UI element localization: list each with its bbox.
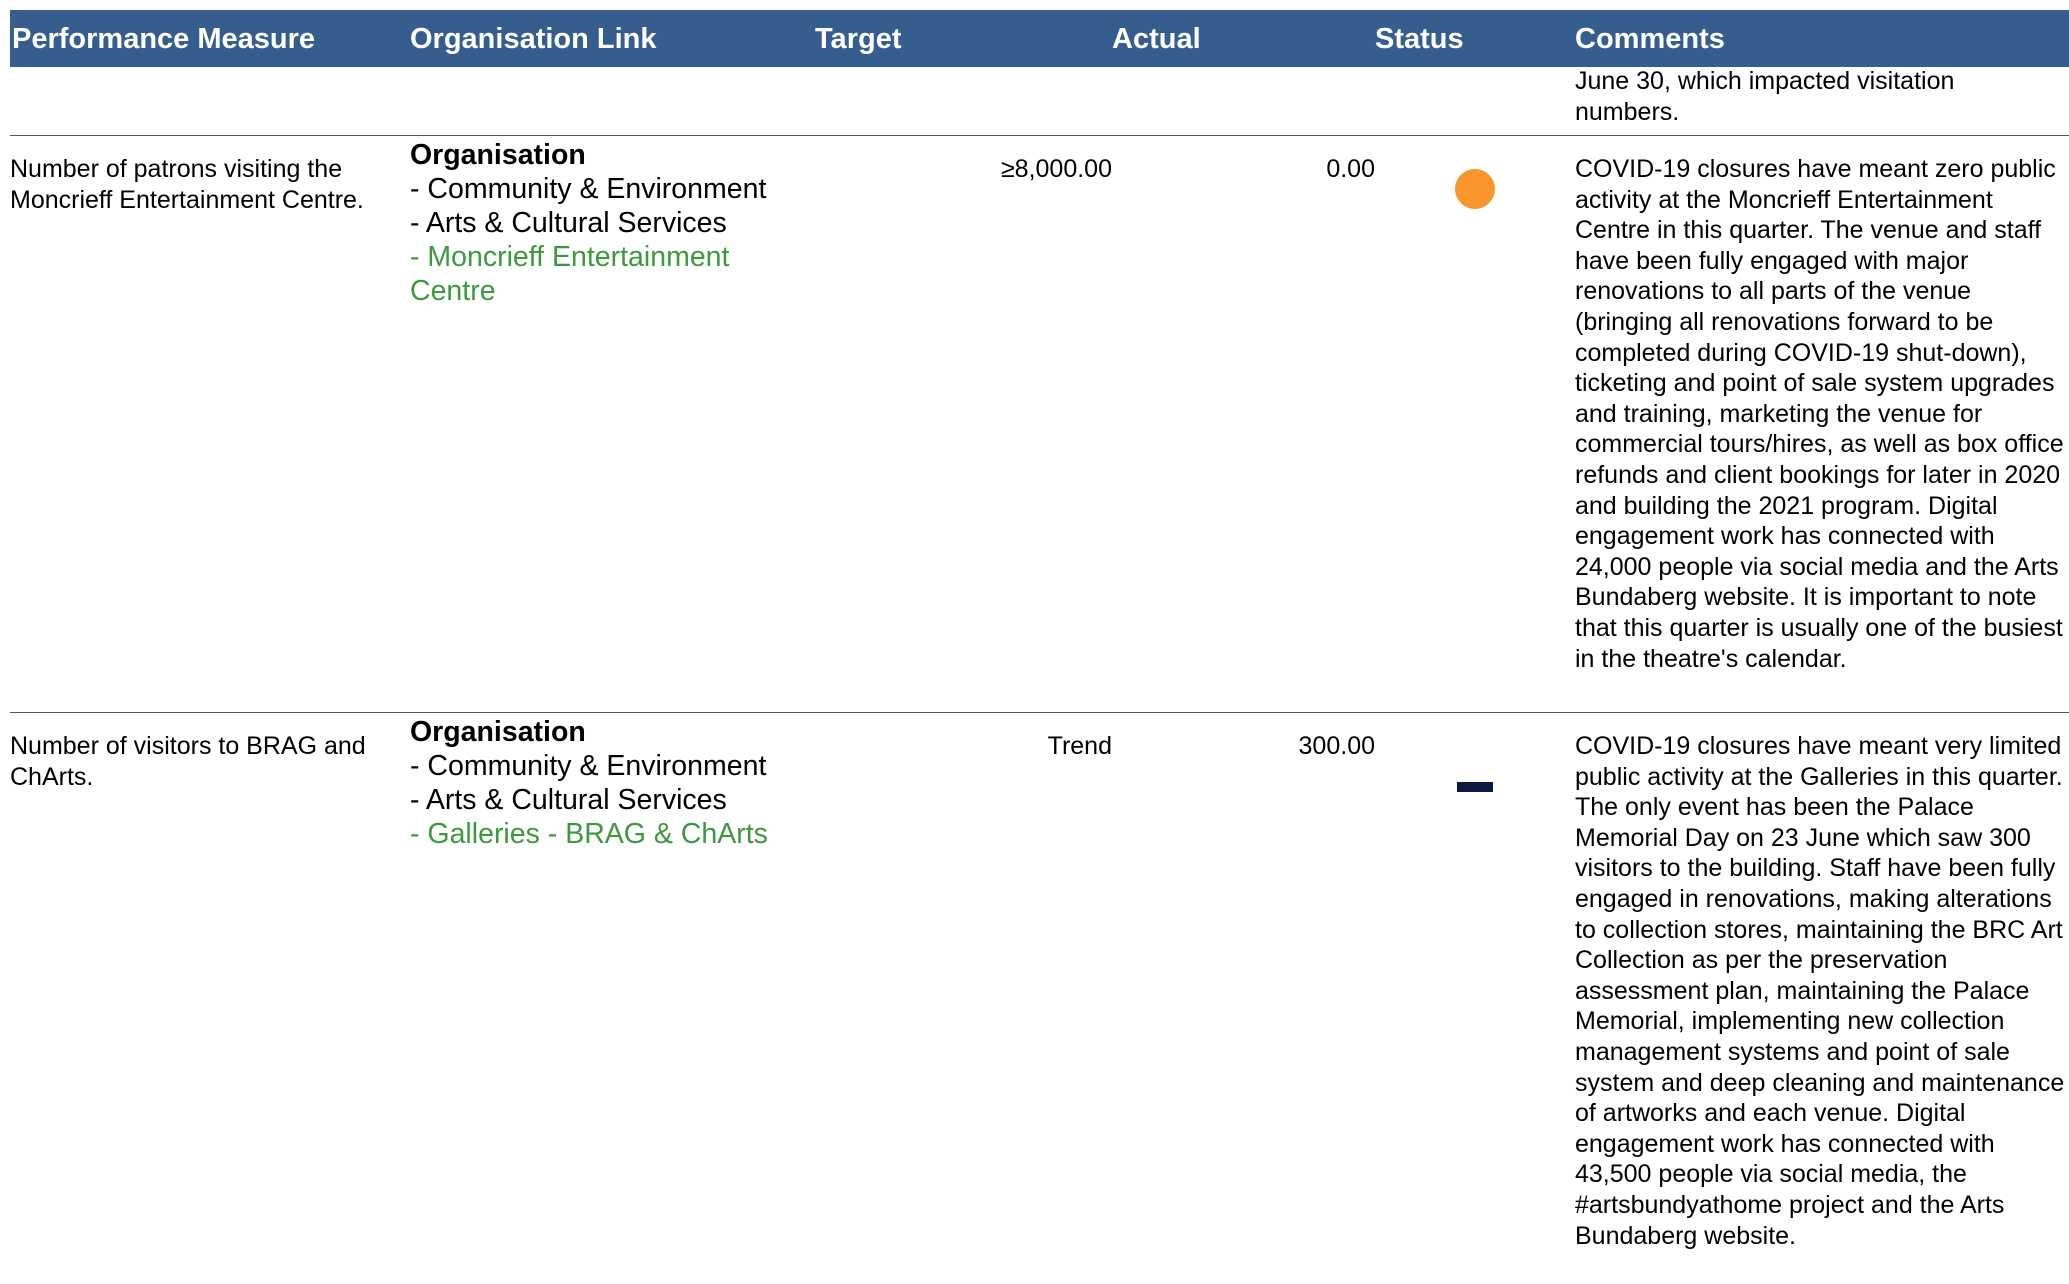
header-performance-measure: Performance Measure bbox=[12, 23, 316, 55]
org-directorate: - Community & Environment bbox=[410, 173, 767, 205]
org-directorate: - Community & Environment bbox=[410, 750, 767, 782]
header-comments: Comments bbox=[1575, 23, 1725, 55]
org-unit-link[interactable]: - Galleries - BRAG & ChArts bbox=[410, 817, 790, 851]
header-actual: Actual bbox=[1112, 23, 1201, 55]
org-title: Organisation bbox=[410, 139, 586, 171]
header-organisation-link: Organisation Link bbox=[410, 23, 657, 55]
table-header: Performance Measure Organisation Link Ta… bbox=[10, 10, 2069, 67]
performance-measure: Number of patrons visiting the Moncrieff… bbox=[10, 155, 364, 214]
target-value: Trend bbox=[1047, 732, 1112, 760]
org-title: Organisation bbox=[410, 716, 586, 748]
previous-comment-continuation: June 30, which impacted visitation numbe… bbox=[1575, 67, 1955, 126]
orange-circle-icon bbox=[1455, 169, 1495, 209]
dash-icon bbox=[1457, 782, 1493, 792]
performance-measure: Number of visitors to BRAG and ChArts. bbox=[10, 732, 366, 791]
target-value: ≥8,000.00 bbox=[1000, 155, 1112, 183]
organisation-link: Organisation - Community & Environment -… bbox=[410, 138, 790, 308]
org-branch: - Arts & Cultural Services bbox=[410, 784, 727, 816]
row-divider bbox=[10, 135, 2069, 136]
actual-value: 300.00 bbox=[1298, 732, 1375, 760]
actual-value: 0.00 bbox=[1326, 155, 1375, 183]
org-branch: - Arts & Cultural Services bbox=[410, 207, 727, 239]
org-unit-link[interactable]: - Moncrieff Entertainment Centre bbox=[410, 240, 790, 308]
header-target: Target bbox=[815, 23, 902, 55]
comment-text: COVID-19 closures have meant very limite… bbox=[1575, 732, 2065, 1250]
header-status: Status bbox=[1375, 23, 1464, 55]
row-divider bbox=[10, 712, 2069, 713]
organisation-link: Organisation - Community & Environment -… bbox=[410, 715, 790, 851]
comment-text: COVID-19 closures have meant zero public… bbox=[1575, 155, 2064, 673]
